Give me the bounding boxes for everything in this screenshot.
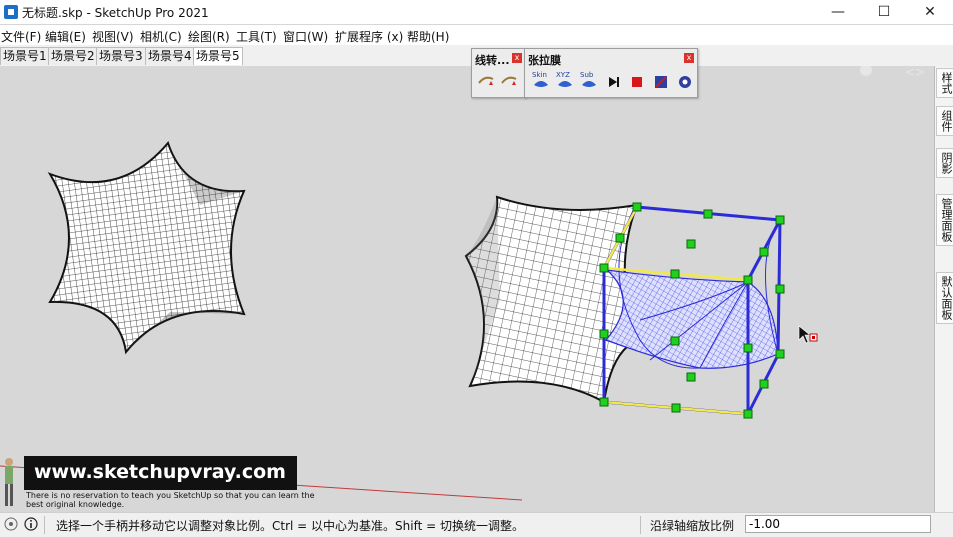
person-figure-icon	[5, 458, 13, 506]
scene-tab-2[interactable]: 场景号2	[48, 47, 98, 65]
skin-sub-label: Sub	[580, 71, 594, 79]
window-title: 无标题.skp - SketchUp Pro 2021	[22, 6, 209, 20]
play-icon[interactable]	[604, 73, 622, 91]
skin-label: Skin	[532, 71, 547, 79]
scale-grip[interactable]	[671, 403, 681, 413]
sketchup-app-icon	[4, 5, 18, 19]
watermark-site: www.sketchupvray.com	[34, 461, 286, 483]
scale-grip[interactable]	[743, 343, 753, 353]
skin-xyz-label: XYZ	[556, 71, 570, 79]
line-convert-toolbar-close[interactable]: x	[512, 53, 522, 63]
scale-grip[interactable]	[743, 409, 753, 419]
close-button[interactable]: ✕	[907, 0, 953, 24]
status-message: 选择一个手柄并移动它以调整对象比例。Ctrl = 以中心为基准。Shift = …	[56, 519, 524, 533]
record-icon[interactable]	[652, 73, 670, 91]
scale-grip[interactable]	[759, 247, 769, 257]
scale-grip[interactable]	[775, 349, 785, 359]
scale-grip[interactable]	[759, 379, 769, 389]
menu-file[interactable]: 文件(F)	[1, 28, 41, 45]
line-convert-alt-icon[interactable]	[500, 73, 518, 91]
menu-help[interactable]: 帮助(H)	[407, 28, 449, 45]
scale-grip[interactable]	[599, 329, 609, 339]
modeling-viewport[interactable]: <> www.sketchupvray.com There is no rese…	[0, 66, 934, 512]
scale-cursor-icon	[798, 325, 818, 344]
tray-tab-default[interactable]: 默认面板	[936, 272, 953, 324]
menu-tools[interactable]: 工具(T)	[236, 28, 277, 45]
tray-tab-manage[interactable]: 管理面板	[936, 194, 953, 246]
line-convert-icon[interactable]	[477, 73, 495, 91]
scale-grip[interactable]	[686, 239, 696, 249]
scene-tab-4[interactable]: 场景号4	[145, 47, 195, 65]
menu-edit[interactable]: 编辑(E)	[45, 28, 86, 45]
title-bar: 无标题.skp - SketchUp Pro 2021 — ☐ ✕	[0, 0, 953, 24]
menu-draw[interactable]: 绘图(R)	[188, 28, 230, 45]
measurement-label: 沿绿轴缩放比例	[650, 519, 735, 533]
watermark-tagline: There is no reservation to teach you Ske…	[26, 491, 315, 509]
line-convert-toolbar-title: 线转...	[475, 54, 510, 67]
menu-view[interactable]: 视图(V)	[92, 28, 134, 45]
orbit-hint-icon	[860, 66, 872, 76]
status-bar: 选择一个手柄并移动它以调整对象比例。Ctrl = 以中心为基准。Shift = …	[0, 512, 953, 537]
skin-icon[interactable]: Skin	[532, 71, 550, 91]
scale-grip[interactable]	[632, 202, 642, 212]
tensile-toolbar-title: 张拉膜	[528, 54, 561, 67]
scale-grip[interactable]	[670, 336, 680, 346]
tensile-toolbar-close[interactable]: x	[684, 53, 694, 63]
scale-grip[interactable]	[775, 215, 785, 225]
menu-bar: 文件(F) 编辑(E) 视图(V) 相机(C) 绘图(R) 工具(T) 窗口(W…	[0, 25, 953, 46]
scale-grip[interactable]	[775, 284, 785, 294]
line-convert-toolbar: 线转... x	[471, 48, 526, 98]
info-icon[interactable]	[24, 517, 38, 531]
left-membrane-surface[interactable]	[47, 140, 246, 355]
measurement-input[interactable]	[745, 515, 931, 533]
skin-xyz-icon[interactable]: XYZ	[556, 71, 574, 91]
scale-grip[interactable]	[670, 269, 680, 279]
scene-tab-3[interactable]: 场景号3	[96, 47, 146, 65]
menu-camera[interactable]: 相机(C)	[140, 28, 182, 45]
scene-tab-5[interactable]: 场景号5	[193, 47, 243, 65]
scale-grip[interactable]	[599, 263, 609, 273]
nav-hint-icon: <>	[905, 66, 925, 79]
watermark-banner: www.sketchupvray.com	[24, 456, 297, 490]
tray-tab-components[interactable]: 组件	[936, 106, 953, 136]
stop-icon[interactable]	[628, 73, 646, 91]
scale-grip[interactable]	[743, 275, 753, 285]
geo-location-icon[interactable]	[4, 517, 18, 531]
settings-icon[interactable]	[676, 73, 694, 91]
menu-window[interactable]: 窗口(W)	[283, 28, 328, 45]
right-tray: 样式 组件 阴影 管理面板 默认面板	[934, 66, 953, 512]
scene-tab-1[interactable]: 场景号1	[0, 47, 50, 65]
scale-grip[interactable]	[599, 397, 609, 407]
scale-grip[interactable]	[615, 233, 625, 243]
status-divider	[640, 516, 641, 534]
menu-extensions[interactable]: 扩展程序 (x)	[335, 28, 403, 45]
maximize-button[interactable]: ☐	[861, 0, 907, 24]
tray-tab-shadows[interactable]: 阴影	[936, 148, 953, 178]
status-divider	[44, 516, 45, 534]
viewport-canvas[interactable]: <>	[0, 66, 934, 512]
scale-grip[interactable]	[686, 372, 696, 382]
scale-grip[interactable]	[703, 209, 713, 219]
right-membrane-surface[interactable]	[464, 195, 781, 404]
skin-sub-icon[interactable]: Sub	[580, 71, 598, 91]
minimize-button[interactable]: —	[815, 0, 861, 24]
tensile-membrane-toolbar: 张拉膜 x Skin XYZ Sub	[524, 48, 698, 98]
tray-tab-styles[interactable]: 样式	[936, 68, 953, 98]
